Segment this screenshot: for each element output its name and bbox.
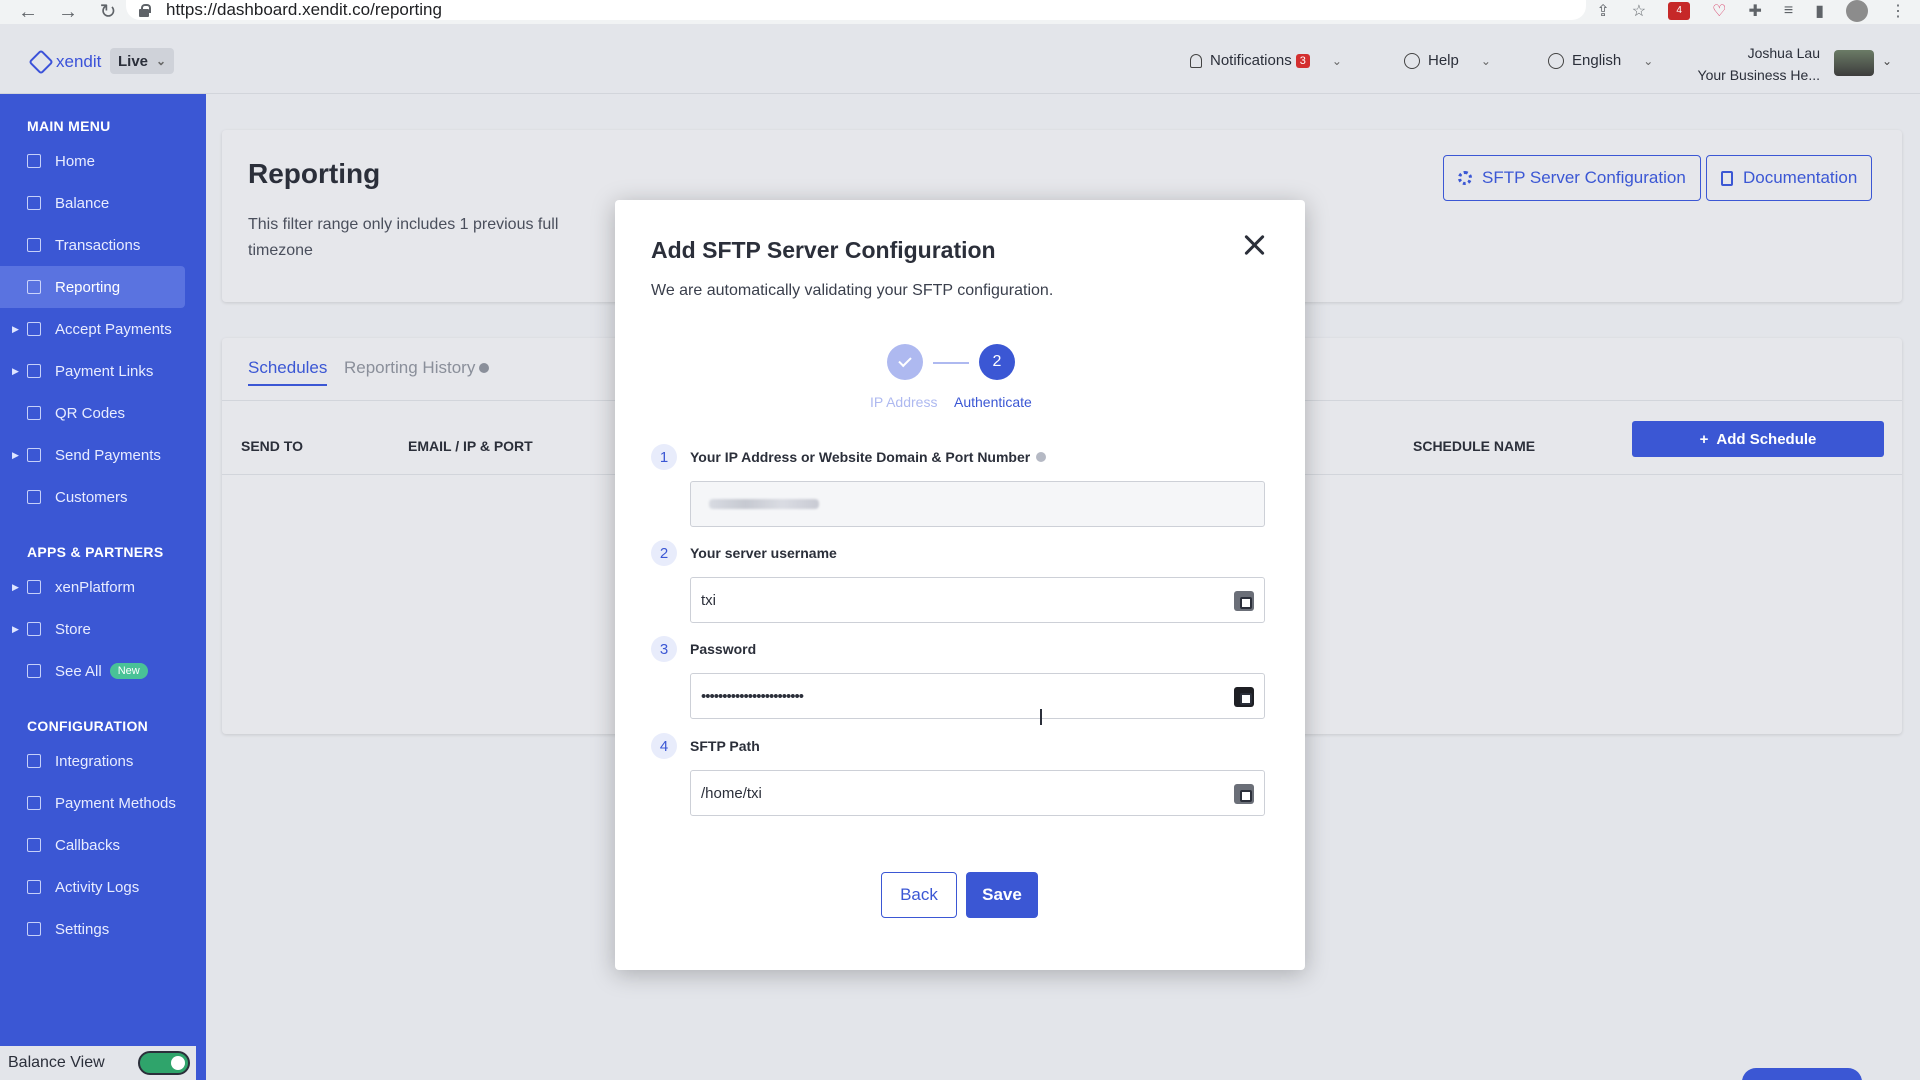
- step-label-ip-address: IP Address: [870, 394, 938, 410]
- redacted-value: [709, 499, 819, 509]
- save-button[interactable]: Save: [966, 872, 1038, 918]
- password-value: ••••••••••••••••••••••••: [701, 687, 804, 705]
- field-number-2: 2: [651, 540, 677, 566]
- close-icon[interactable]: [1239, 230, 1269, 260]
- field-number-3: 3: [651, 636, 677, 662]
- username-field[interactable]: txi: [690, 577, 1265, 623]
- ip-address-label-text: Your IP Address or Website Domain & Port…: [690, 449, 1031, 465]
- info-icon: [1036, 452, 1047, 462]
- field-number-1: 1: [651, 444, 677, 470]
- username-value: txi: [701, 591, 716, 609]
- field-number-4: 4: [651, 733, 677, 759]
- text-cursor-icon: [1040, 709, 1042, 725]
- password-field[interactable]: ••••••••••••••••••••••••: [690, 673, 1265, 719]
- step-ip-address-done: [887, 344, 923, 380]
- modal-title: Add SFTP Server Configuration: [651, 237, 996, 263]
- modal-subtitle: We are automatically validating your SFT…: [651, 282, 1054, 299]
- step-authenticate-current: 2: [979, 344, 1015, 380]
- sftp-path-value: /home/txi: [701, 784, 762, 802]
- ip-address-field[interactable]: [690, 481, 1265, 527]
- step-connector: [933, 362, 969, 364]
- field-label-password: Password: [690, 641, 757, 657]
- back-button[interactable]: Back: [881, 872, 957, 918]
- field-label-username: Your server username: [690, 545, 837, 561]
- password-manager-icon[interactable]: [1234, 784, 1254, 804]
- field-label-sftp-path: SFTP Path: [690, 738, 760, 754]
- password-manager-icon[interactable]: [1234, 687, 1254, 707]
- field-label-ip-address: Your IP Address or Website Domain & Port…: [690, 449, 1047, 465]
- password-manager-icon[interactable]: [1234, 591, 1254, 611]
- sftp-path-field[interactable]: /home/txi: [690, 770, 1265, 816]
- step-label-authenticate: Authenticate: [954, 394, 1032, 410]
- sftp-config-modal: Add SFTP Server Configuration We are aut…: [615, 200, 1305, 970]
- check-icon: [898, 353, 912, 368]
